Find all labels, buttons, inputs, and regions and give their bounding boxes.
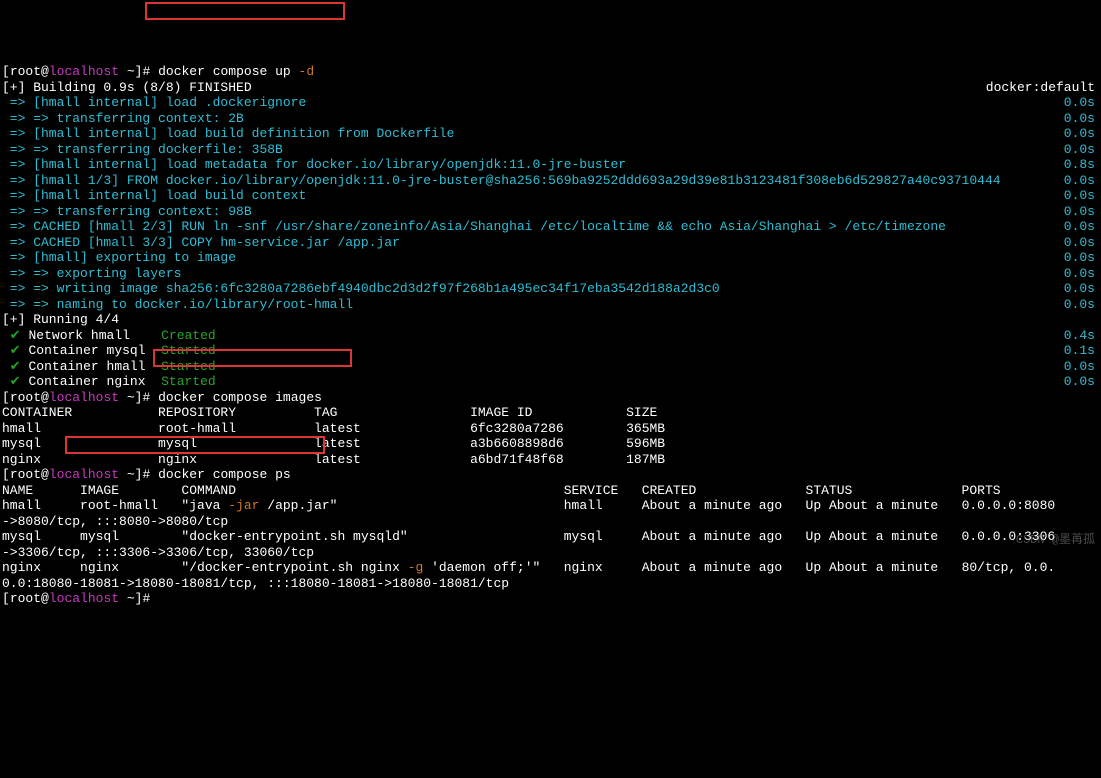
prompt-line-1: [root@localhost ~]# docker compose up -d	[2, 64, 1099, 80]
terminal-output: [root@localhost ~]# docker compose up -d…	[2, 64, 1099, 607]
build-header: [+] Building 0.9s (8/8) FINISHEDdocker:d…	[2, 80, 1099, 96]
prompt-line-4[interactable]: [root@localhost ~]#	[2, 591, 1099, 607]
build-step: => => transferring context: 2B0.0s	[2, 111, 1099, 127]
ps-row: hmall root-hmall "java -jar /app.jar" hm…	[2, 498, 1099, 514]
images-row: mysql mysql latest a3b6608898d6 596MB	[2, 436, 1099, 452]
ps-row-wrap: ->3306/tcp, :::3306->3306/tcp, 33060/tcp	[2, 545, 1099, 561]
build-step: => => transferring dockerfile: 358B0.0s	[2, 142, 1099, 158]
ps-row: mysql mysql "docker-entrypoint.sh mysqld…	[2, 529, 1099, 545]
running-item: ✔ Container mysql Started0.1s	[2, 343, 1099, 359]
running-item: ✔ Network hmall Created0.4s	[2, 328, 1099, 344]
watermark: CSDN @墨苒孤	[1016, 533, 1095, 547]
images-row: hmall root-hmall latest 6fc3280a7286 365…	[2, 421, 1099, 437]
images-header: CONTAINER REPOSITORY TAG IMAGE ID SIZE	[2, 405, 1099, 421]
build-step: => CACHED [hmall 2/3] RUN ln -snf /usr/s…	[2, 219, 1099, 235]
images-row: nginx nginx latest a6bd71f48f68 187MB	[2, 452, 1099, 468]
ps-row: nginx nginx "/docker-entrypoint.sh nginx…	[2, 560, 1099, 576]
build-step: => => exporting layers0.0s	[2, 266, 1099, 282]
ps-row-wrap: ->8080/tcp, :::8080->8080/tcp	[2, 514, 1099, 530]
build-step: => [hmall 1/3] FROM docker.io/library/op…	[2, 173, 1099, 189]
prompt-line-3: [root@localhost ~]# docker compose ps	[2, 467, 1099, 483]
build-step: => => naming to docker.io/library/root-h…	[2, 297, 1099, 313]
build-step: => [hmall internal] load .dockerignore0.…	[2, 95, 1099, 111]
build-step: => CACHED [hmall 3/3] COPY hm-service.ja…	[2, 235, 1099, 251]
build-step: => [hmall internal] load metadata for do…	[2, 157, 1099, 173]
running-item: ✔ Container hmall Started0.0s	[2, 359, 1099, 375]
ps-header: NAME IMAGE COMMAND SERVICE CREATED STATU…	[2, 483, 1099, 499]
build-step: => [hmall internal] load build context0.…	[2, 188, 1099, 204]
highlight-box-1	[145, 2, 345, 20]
running-header: [+] Running 4/4	[2, 312, 1099, 328]
prompt-line-2: [root@localhost ~]# docker compose image…	[2, 390, 1099, 406]
ps-row-wrap: 0.0:18080-18081->18080-18081/tcp, :::180…	[2, 576, 1099, 592]
build-step: => [hmall] exporting to image0.0s	[2, 250, 1099, 266]
build-step: => [hmall internal] load build definitio…	[2, 126, 1099, 142]
running-item: ✔ Container nginx Started0.0s	[2, 374, 1099, 390]
build-step: => => transferring context: 98B0.0s	[2, 204, 1099, 220]
build-step: => => writing image sha256:6fc3280a7286e…	[2, 281, 1099, 297]
